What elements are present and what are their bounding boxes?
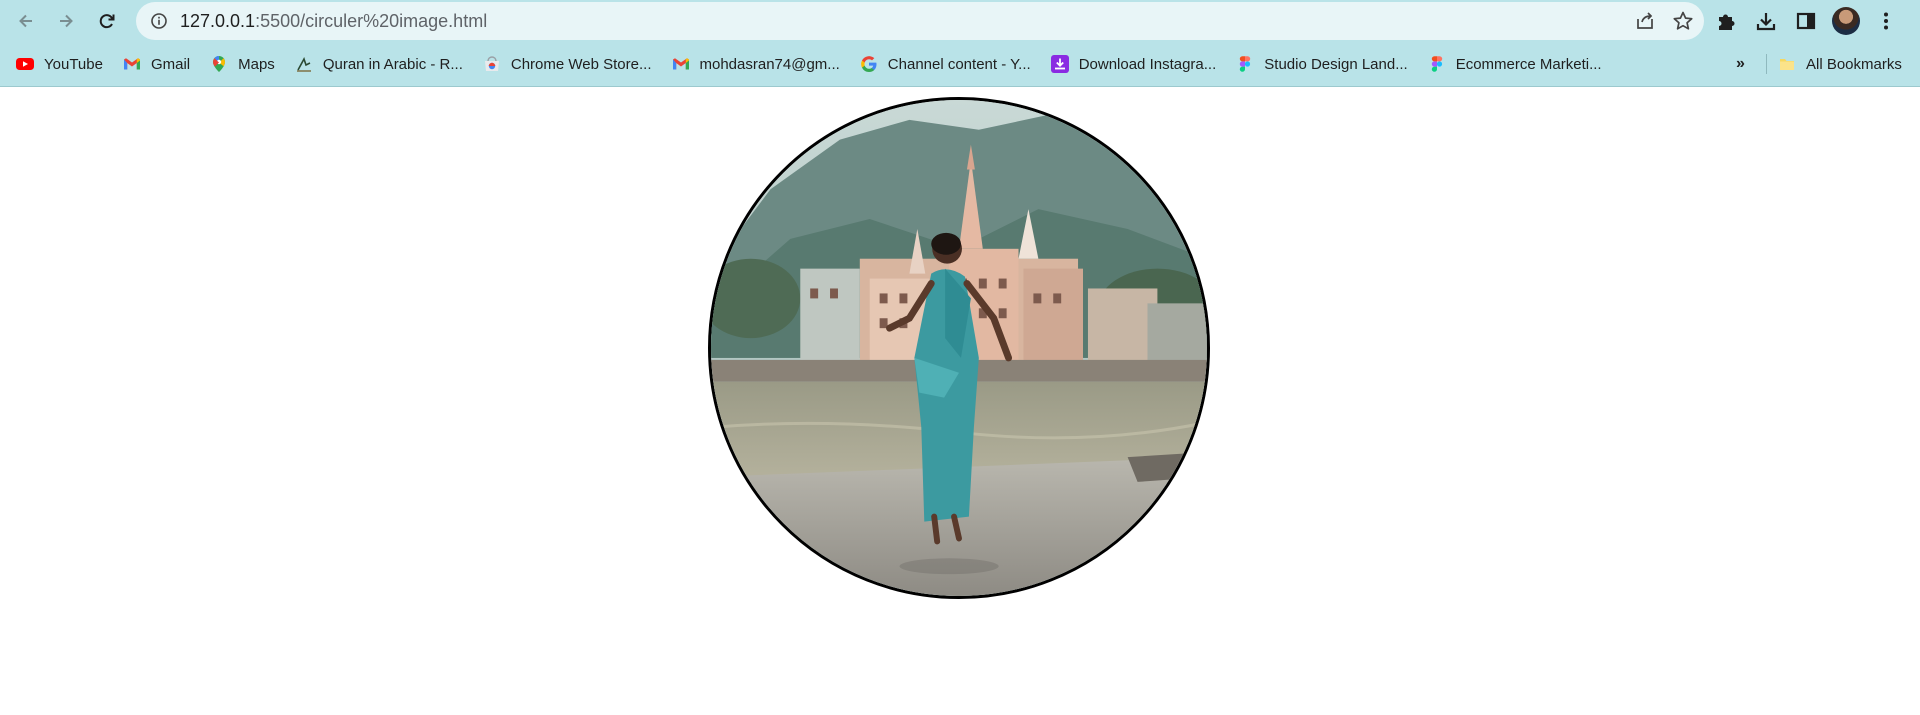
- share-icon[interactable]: [1634, 10, 1656, 32]
- bookmarks-bar: YouTube Gmail Maps Quran in Arabic - R..…: [0, 50, 1920, 78]
- info-icon[interactable]: [150, 12, 168, 30]
- folder-icon: [1778, 55, 1796, 73]
- address-bar[interactable]: 127.0.0.1:5500/circuler%20image.html: [136, 2, 1704, 40]
- figma-icon: [1236, 55, 1254, 73]
- url-text[interactable]: 127.0.0.1:5500/circuler%20image.html: [180, 11, 487, 32]
- gmail-icon: [123, 55, 141, 73]
- download-icon[interactable]: [1752, 7, 1780, 35]
- bookmark-label: Maps: [238, 55, 275, 73]
- gmail-icon: [672, 55, 690, 73]
- maps-icon: [210, 55, 228, 73]
- bookmark-label: Download Instagra...: [1078, 55, 1217, 73]
- reload-icon: [99, 14, 115, 29]
- chrome-web-store-icon: [483, 55, 501, 73]
- bookmark-ecommerce-marketing[interactable]: Ecommerce Marketi...: [1420, 50, 1610, 78]
- bookmark-label: Quran in Arabic - R...: [322, 55, 463, 73]
- bookmark-label: Chrome Web Store...: [510, 55, 652, 73]
- bookmark-label: YouTube: [44, 55, 103, 73]
- forward-button[interactable]: [48, 3, 84, 39]
- avatar: [1832, 7, 1860, 35]
- bookmarks-overflow-button[interactable]: »: [1736, 50, 1745, 78]
- all-bookmarks-label: All Bookmarks: [1806, 55, 1902, 73]
- bookmark-label: Studio Design Land...: [1264, 55, 1408, 73]
- google-icon: [860, 55, 878, 73]
- bookmarks-divider: [1766, 54, 1767, 74]
- bookmark-channel-content[interactable]: Channel content - Y...: [852, 50, 1039, 78]
- photo-riverside-scene: [711, 100, 1207, 596]
- arrow-right-icon: [60, 14, 73, 28]
- bookmark-download-instagram[interactable]: Download Instagra...: [1043, 50, 1225, 78]
- figma-icon: [1428, 55, 1446, 73]
- download-instagram-icon: [1050, 55, 1069, 73]
- browser-toolbar: 127.0.0.1:5500/circuler%20image.html: [0, 0, 1920, 42]
- url-host: 127.0.0.1: [180, 10, 256, 31]
- bookmark-gmail[interactable]: Gmail: [115, 50, 198, 78]
- bookmark-quran[interactable]: Quran in Arabic - R...: [287, 50, 471, 78]
- bookmark-chrome-web-store[interactable]: Chrome Web Store...: [475, 50, 660, 78]
- bookmark-label: Channel content - Y...: [887, 55, 1031, 73]
- circular-image: [708, 97, 1210, 599]
- browser-chrome: 127.0.0.1:5500/circuler%20image.html You…: [0, 0, 1920, 87]
- back-button[interactable]: [8, 3, 44, 39]
- quran-icon: [295, 55, 313, 73]
- puzzle-icon[interactable]: [1712, 7, 1740, 35]
- bookmark-mohdasran[interactable]: mohdasran74@gm...: [664, 50, 848, 78]
- arrow-left-icon: [19, 14, 32, 28]
- side-panel-icon[interactable]: [1792, 7, 1820, 35]
- bookmark-label: Gmail: [150, 55, 191, 73]
- bookmark-studio-design[interactable]: Studio Design Land...: [1228, 50, 1415, 78]
- bookmark-youtube[interactable]: YouTube: [8, 50, 111, 78]
- bookmark-maps[interactable]: Maps: [202, 50, 283, 78]
- youtube-icon: [16, 55, 34, 73]
- bookmark-label: Ecommerce Marketi...: [1455, 55, 1602, 73]
- url-path: :5500/circuler%20image.html: [255, 10, 488, 31]
- profile-button[interactable]: [1832, 7, 1860, 35]
- all-bookmarks-button[interactable]: All Bookmarks: [1770, 50, 1910, 78]
- reload-button[interactable]: [89, 3, 125, 39]
- star-icon[interactable]: [1672, 10, 1694, 32]
- page-content: [0, 87, 1920, 715]
- bookmark-label: mohdasran74@gm...: [699, 55, 840, 73]
- kebab-menu-icon[interactable]: [1872, 7, 1900, 35]
